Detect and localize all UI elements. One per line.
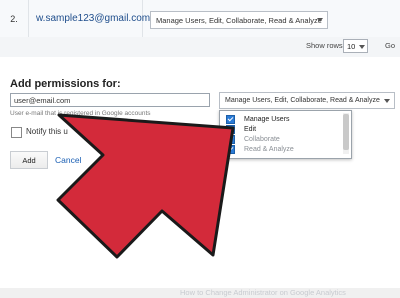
pagination-bar: Show rows: 10 Go — [0, 37, 400, 58]
chevron-down-icon — [359, 45, 365, 49]
permission-dropdown-list: Manage Users Edit Collaborate Read & Ana… — [219, 110, 352, 159]
chevron-down-icon — [384, 99, 390, 103]
email-field[interactable] — [10, 93, 210, 107]
title-banner: How to Change Administrator on Google An… — [0, 288, 400, 298]
go-button[interactable]: Go — [385, 41, 395, 50]
option-label: Collaborate — [244, 135, 280, 143]
add-permissions-heading: Add permissions for: — [10, 78, 121, 90]
banner-title: How to Change Administrator on Google An… — [180, 288, 346, 297]
option-label: Read & Analyze — [244, 145, 294, 153]
show-rows-select[interactable]: 10 — [343, 39, 368, 53]
footer-area: How to Change Administrator on Google An… — [0, 203, 400, 298]
option-collaborate: Collaborate — [226, 134, 280, 144]
option-label: Edit — [244, 125, 257, 133]
option-manage-users[interactable]: Manage Users — [226, 114, 290, 124]
chevron-down-icon — [317, 18, 323, 22]
show-rows-label: Show rows: — [306, 41, 345, 50]
row-permission-value: Manage Users, Edit, Collaborate, Read & … — [156, 15, 322, 25]
notify-label: Notify this u — [26, 127, 68, 136]
user-permission-row: 2. w.sample123@gmail.com Manage Users, E… — [0, 0, 400, 38]
email-hint: User e-mail that is registered in Google… — [10, 110, 151, 117]
permission-select[interactable]: Manage Users, Edit, Collaborate, Read & … — [219, 92, 395, 109]
row-index: 2. — [0, 0, 29, 37]
row-email[interactable]: w.sample123@gmail.com — [28, 0, 150, 37]
dropdown-scrollbar-thumb[interactable] — [343, 114, 349, 150]
permission-select-value: Manage Users, Edit, Collaborate, Read & … — [225, 97, 380, 104]
add-button[interactable]: Add — [10, 151, 48, 169]
checkbox-checked-icon[interactable] — [226, 124, 235, 134]
option-edit[interactable]: Edit — [226, 124, 256, 134]
option-read-analyze: Read & Analyze — [226, 144, 294, 154]
cancel-link[interactable]: Cancel — [55, 155, 81, 165]
show-rows-value: 10 — [347, 41, 356, 51]
checkbox-checked-icon — [226, 134, 235, 144]
row-permission-select[interactable]: Manage Users, Edit, Collaborate, Read & … — [150, 11, 328, 29]
checkbox-checked-icon — [226, 144, 235, 154]
checkbox-checked-icon[interactable] — [226, 114, 235, 124]
notify-checkbox[interactable] — [11, 127, 22, 138]
option-label: Manage Users — [244, 115, 290, 123]
